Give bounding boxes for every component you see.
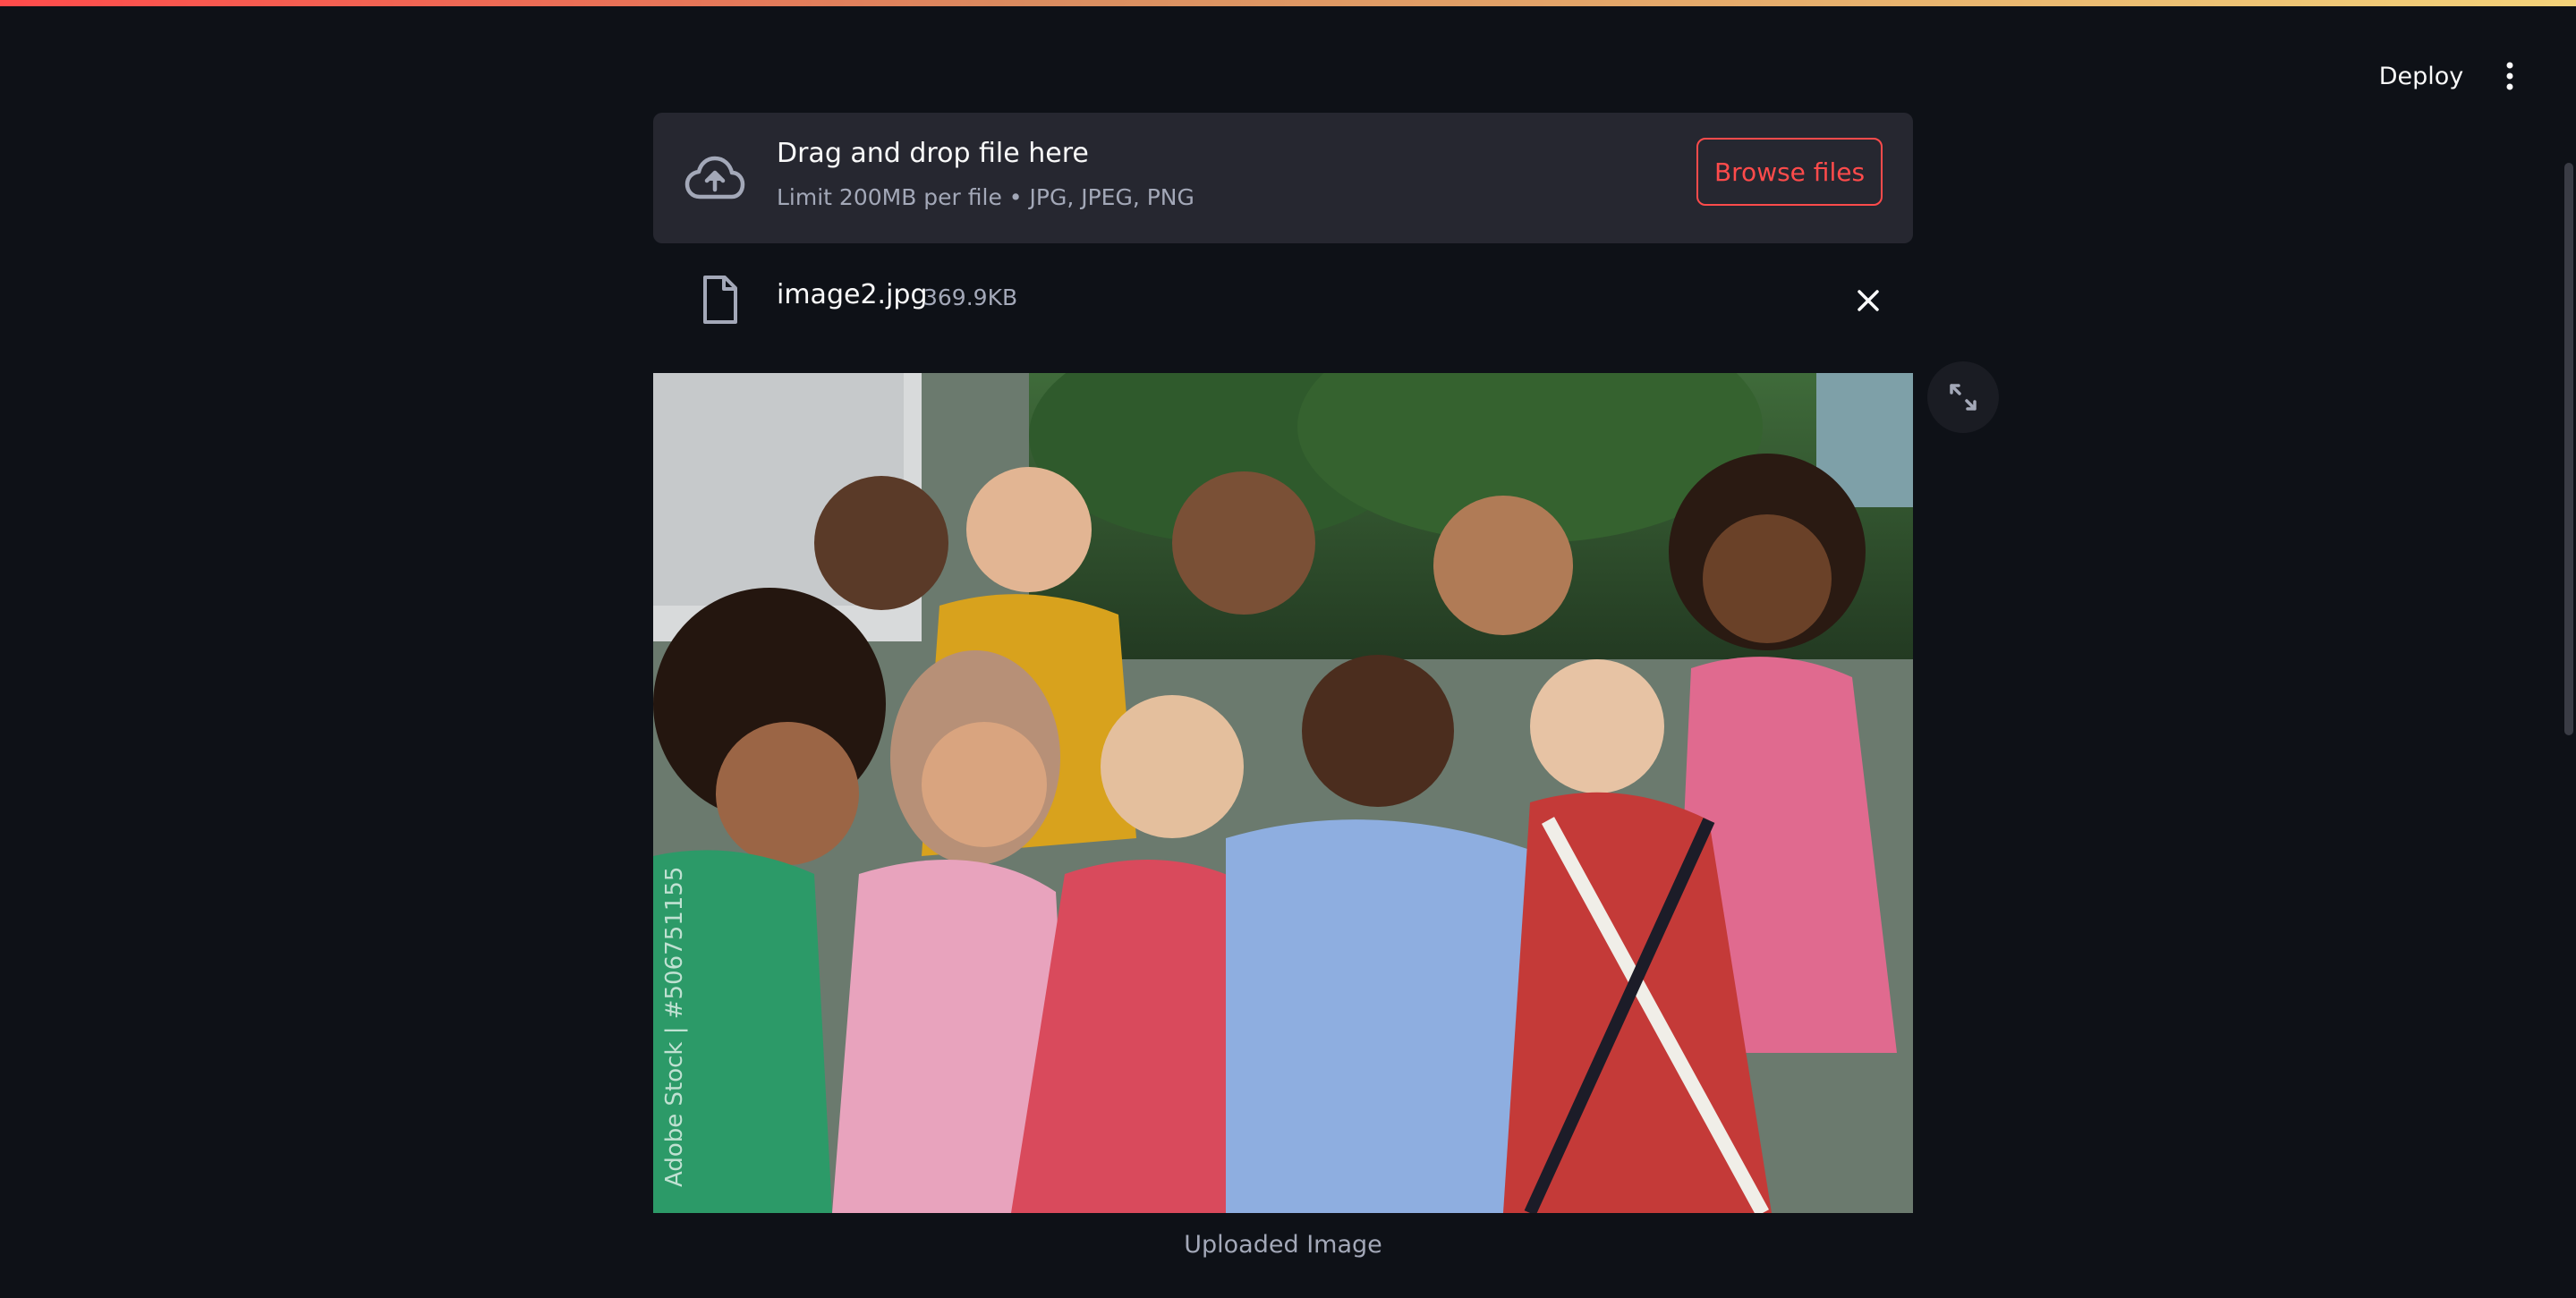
uploaded-file-row: image2.jpg 369.9KB bbox=[653, 265, 1913, 336]
file-size: 369.9KB bbox=[923, 284, 1018, 310]
image-watermark: Adobe Stock | #506751155 bbox=[661, 867, 688, 1187]
top-decoration-bar bbox=[0, 0, 2576, 6]
file-icon bbox=[703, 276, 737, 324]
file-dropzone[interactable]: Drag and drop file here Limit 200MB per … bbox=[653, 113, 1913, 243]
dropzone-limit-text: Limit 200MB per file • JPG, JPEG, PNG bbox=[777, 184, 1194, 210]
browse-files-button[interactable]: Browse files bbox=[1696, 138, 1883, 206]
remove-file-button[interactable] bbox=[1850, 283, 1886, 318]
deploy-button[interactable]: Deploy bbox=[2369, 49, 2473, 103]
dropzone-title: Drag and drop file here bbox=[777, 138, 1089, 169]
cloud-upload-icon bbox=[684, 156, 745, 199]
main-menu-button[interactable] bbox=[2487, 49, 2532, 103]
page-scrollbar[interactable] bbox=[2564, 163, 2573, 735]
fullscreen-button[interactable] bbox=[1927, 361, 1999, 433]
file-name: image2.jpg bbox=[777, 279, 928, 310]
close-icon bbox=[1858, 290, 1879, 311]
fullscreen-icon bbox=[1950, 384, 1977, 411]
uploaded-image: Adobe Stock | #506751155 bbox=[653, 373, 1913, 1213]
more-vertical-icon bbox=[2506, 62, 2513, 90]
app-header: Deploy bbox=[0, 6, 2576, 105]
image-caption: Uploaded Image bbox=[1184, 1231, 1382, 1259]
